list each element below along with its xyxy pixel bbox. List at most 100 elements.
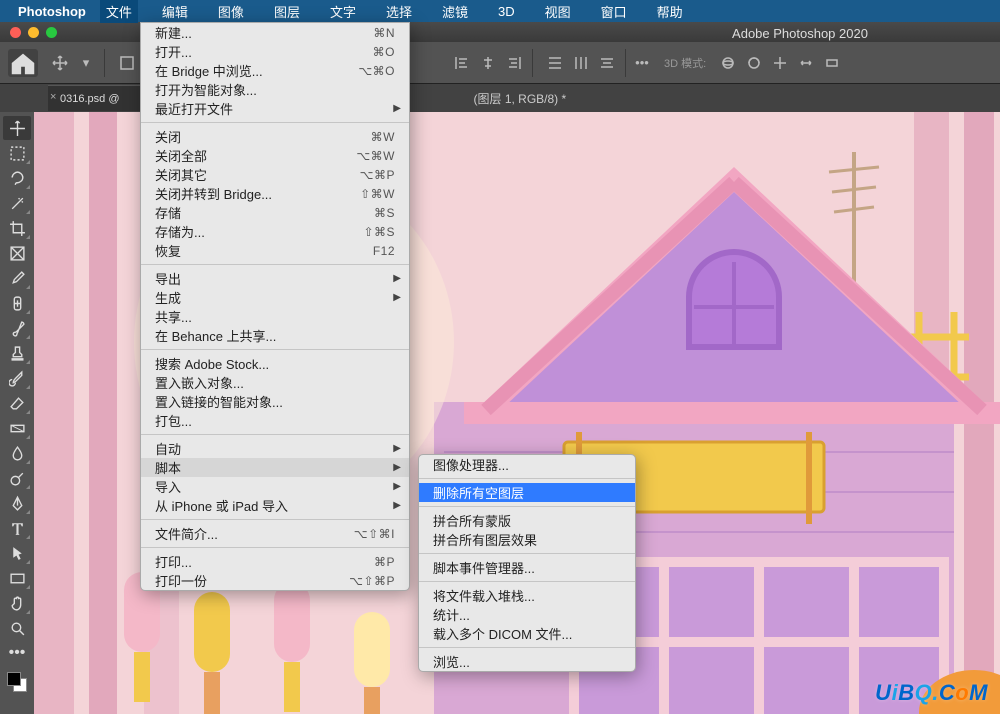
auto-select-checkbox[interactable] — [115, 51, 139, 75]
magic-wand-tool[interactable] — [3, 191, 31, 215]
menu-item-label: 在 Bridge 中浏览... — [155, 61, 358, 80]
file-menu-item[interactable]: 导出▶ — [141, 269, 409, 288]
color-swatch[interactable] — [7, 672, 27, 692]
script-menu-item[interactable]: 统计... — [419, 605, 635, 624]
file-menu-item[interactable]: 关闭其它⌥⌘P — [141, 165, 409, 184]
eraser-tool[interactable] — [3, 391, 31, 415]
edit-toolbar-icon[interactable]: ••• — [3, 641, 31, 665]
minimize-icon[interactable] — [28, 27, 39, 38]
menu-file[interactable]: 文件 — [100, 0, 138, 23]
3d-pan-icon[interactable] — [768, 51, 792, 75]
file-menu-item[interactable]: 脚本▶ — [141, 458, 409, 477]
file-menu-item[interactable]: 从 iPhone 或 iPad 导入▶ — [141, 496, 409, 515]
menu-edit[interactable]: 编辑 — [156, 0, 194, 23]
menu-select[interactable]: 选择 — [380, 0, 418, 23]
dodge-tool[interactable] — [3, 466, 31, 490]
file-menu-item[interactable]: 文件简介...⌥⇧⌘I — [141, 524, 409, 543]
file-menu-item[interactable]: 自动▶ — [141, 439, 409, 458]
gradient-tool[interactable] — [3, 416, 31, 440]
menu-image[interactable]: 图像 — [212, 0, 250, 23]
file-menu-item[interactable]: 导入▶ — [141, 477, 409, 496]
file-menu-item[interactable]: 置入嵌入对象... — [141, 373, 409, 392]
align-left-icon[interactable] — [450, 51, 474, 75]
align-right-icon[interactable] — [502, 51, 526, 75]
tools-panel: ••• — [0, 112, 34, 714]
chevron-down-icon[interactable]: ▾ — [74, 51, 98, 75]
menu-help[interactable]: 帮助 — [651, 0, 689, 23]
file-menu-item[interactable]: 关闭并转到 Bridge...⇧⌘W — [141, 184, 409, 203]
file-menu-item[interactable]: 存储为...⇧⌘S — [141, 222, 409, 241]
file-menu-item[interactable]: 存储⌘S — [141, 203, 409, 222]
file-menu-item[interactable]: 新建...⌘N — [141, 23, 409, 42]
3d-slide-icon[interactable] — [794, 51, 818, 75]
hand-tool[interactable] — [3, 591, 31, 615]
frame-tool[interactable] — [3, 241, 31, 265]
file-menu-item[interactable]: 恢复F12 — [141, 241, 409, 260]
script-menu-item[interactable]: 拼合所有图层效果 — [419, 530, 635, 549]
blur-tool[interactable] — [3, 441, 31, 465]
path-select-tool[interactable] — [3, 541, 31, 565]
move-tool-icon[interactable] — [48, 51, 72, 75]
script-menu-item[interactable]: 拼合所有蒙版 — [419, 511, 635, 530]
file-menu-item[interactable]: 关闭全部⌥⌘W — [141, 146, 409, 165]
align-center-h-icon[interactable] — [476, 51, 500, 75]
3d-roll-icon[interactable] — [742, 51, 766, 75]
marquee-tool[interactable] — [3, 141, 31, 165]
stamp-tool[interactable] — [3, 341, 31, 365]
menu-item-label: 关闭并转到 Bridge... — [155, 184, 360, 203]
move-tool[interactable] — [3, 116, 31, 140]
distribute-top-icon[interactable] — [543, 51, 567, 75]
maximize-icon[interactable] — [46, 27, 57, 38]
menu-item-label: 浏览... — [433, 652, 621, 671]
zoom-tool[interactable] — [3, 616, 31, 640]
script-menu-item[interactable]: 载入多个 DICOM 文件... — [419, 624, 635, 643]
script-menu-item[interactable]: 浏览... — [419, 652, 635, 671]
file-menu-item[interactable]: 在 Bridge 中浏览...⌥⌘O — [141, 61, 409, 80]
pen-tool[interactable] — [3, 491, 31, 515]
history-brush-tool[interactable] — [3, 366, 31, 390]
close-tab-icon[interactable]: × — [50, 91, 56, 103]
file-menu-item[interactable]: 共享... — [141, 307, 409, 326]
menu-filter[interactable]: 滤镜 — [436, 0, 474, 23]
file-menu-item[interactable]: 在 Behance 上共享... — [141, 326, 409, 345]
file-menu-item[interactable]: 置入链接的智能对象... — [141, 392, 409, 411]
file-menu-item[interactable]: 打印...⌘P — [141, 552, 409, 571]
lasso-tool[interactable] — [3, 166, 31, 190]
menu-item-label: 将文件载入堆栈... — [433, 586, 621, 605]
3d-scale-icon[interactable] — [820, 51, 844, 75]
menu-item-label: 文件简介... — [155, 524, 354, 543]
traffic-lights — [10, 27, 57, 38]
more-icon[interactable]: ••• — [630, 51, 654, 75]
type-tool[interactable] — [3, 516, 31, 540]
distribute-bottom-icon[interactable] — [595, 51, 619, 75]
file-menu-item[interactable]: 打印一份⌥⇧⌘P — [141, 571, 409, 590]
script-menu-item[interactable]: 删除所有空图层 — [419, 483, 635, 502]
file-menu-item[interactable]: 打开为智能对象... — [141, 80, 409, 99]
menu-type[interactable]: 文字 — [324, 0, 362, 23]
home-button[interactable] — [8, 49, 38, 77]
distribute-v-icon[interactable] — [569, 51, 593, 75]
crop-tool[interactable] — [3, 216, 31, 240]
file-menu-item[interactable]: 搜索 Adobe Stock... — [141, 354, 409, 373]
app-name[interactable]: Photoshop — [18, 4, 86, 19]
rectangle-tool[interactable] — [3, 566, 31, 590]
script-menu-item[interactable]: 将文件载入堆栈... — [419, 586, 635, 605]
menu-separator — [141, 122, 409, 123]
file-menu-item[interactable]: 最近打开文件▶ — [141, 99, 409, 118]
file-menu-item[interactable]: 打包... — [141, 411, 409, 430]
menu-3d[interactable]: 3D — [492, 2, 521, 21]
3d-orbit-icon[interactable] — [716, 51, 740, 75]
file-menu-item[interactable]: 生成▶ — [141, 288, 409, 307]
brush-tool[interactable] — [3, 316, 31, 340]
file-menu-item[interactable]: 打开...⌘O — [141, 42, 409, 61]
script-menu-item[interactable]: 脚本事件管理器... — [419, 558, 635, 577]
menu-layer[interactable]: 图层 — [268, 0, 306, 23]
document-tab[interactable]: × 0316.psd @ — [48, 85, 144, 111]
script-menu-item[interactable]: 图像处理器... — [419, 455, 635, 474]
close-icon[interactable] — [10, 27, 21, 38]
menu-window[interactable]: 窗口 — [595, 0, 633, 23]
healing-tool[interactable] — [3, 291, 31, 315]
eyedropper-tool[interactable] — [3, 266, 31, 290]
menu-view[interactable]: 视图 — [539, 0, 577, 23]
file-menu-item[interactable]: 关闭⌘W — [141, 127, 409, 146]
